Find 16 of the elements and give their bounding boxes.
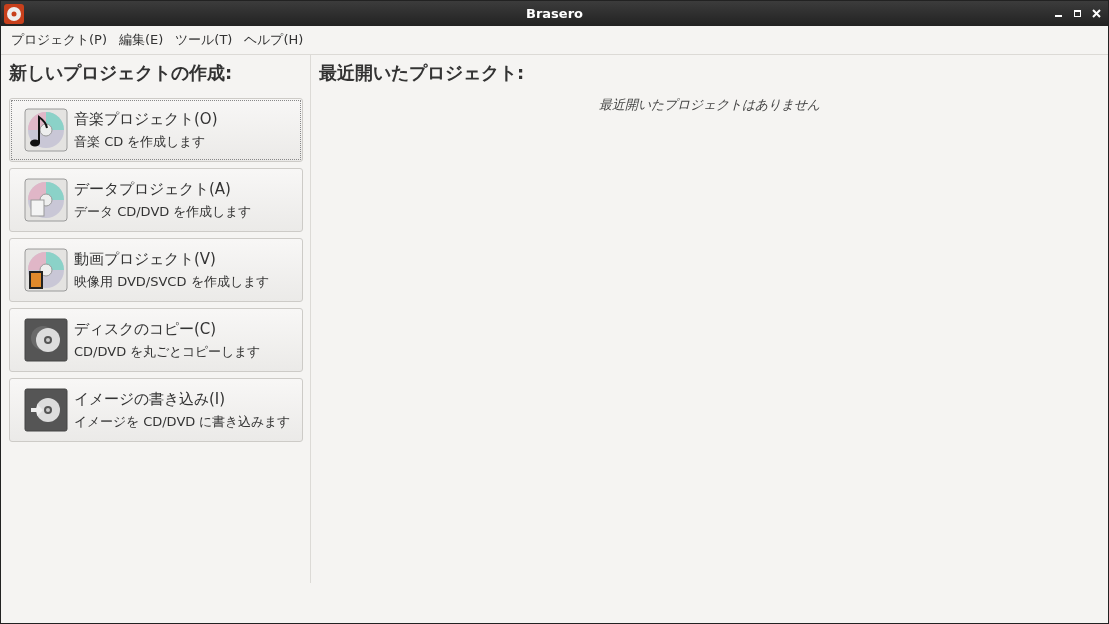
menu-item[interactable]: ヘルプ(H) bbox=[238, 31, 310, 49]
project-button[interactable]: ディスクのコピー(C) CD/DVD を丸ごとコピーします bbox=[9, 308, 303, 372]
window-title: Brasero bbox=[526, 6, 583, 21]
project-button[interactable]: 動画プロジェクト(V) 映像用 DVD/SVCD を作成します bbox=[9, 238, 303, 302]
project-button[interactable]: 音楽プロジェクト(O) 音楽 CD を作成します bbox=[9, 98, 303, 162]
maximize-icon[interactable] bbox=[1073, 8, 1083, 19]
project-button[interactable]: イメージの書き込み(I) イメージを CD/DVD に書き込みます bbox=[9, 378, 303, 442]
menu-item[interactable]: プロジェクト(P) bbox=[5, 31, 113, 49]
app-disc-icon bbox=[4, 3, 24, 24]
menu-item[interactable]: ツール(T) bbox=[169, 31, 239, 49]
close-icon[interactable] bbox=[1092, 8, 1102, 19]
section-heading: 最近開いたプロジェクト: bbox=[319, 61, 526, 85]
empty-message: 最近開いたプロジェクトはありません bbox=[598, 96, 821, 114]
menu-item[interactable]: 編集(E) bbox=[113, 31, 170, 49]
section-heading: 新しいプロジェクトの作成: bbox=[9, 61, 234, 85]
project-button[interactable]: データプロジェクト(A) データ CD/DVD を作成します bbox=[9, 168, 303, 232]
